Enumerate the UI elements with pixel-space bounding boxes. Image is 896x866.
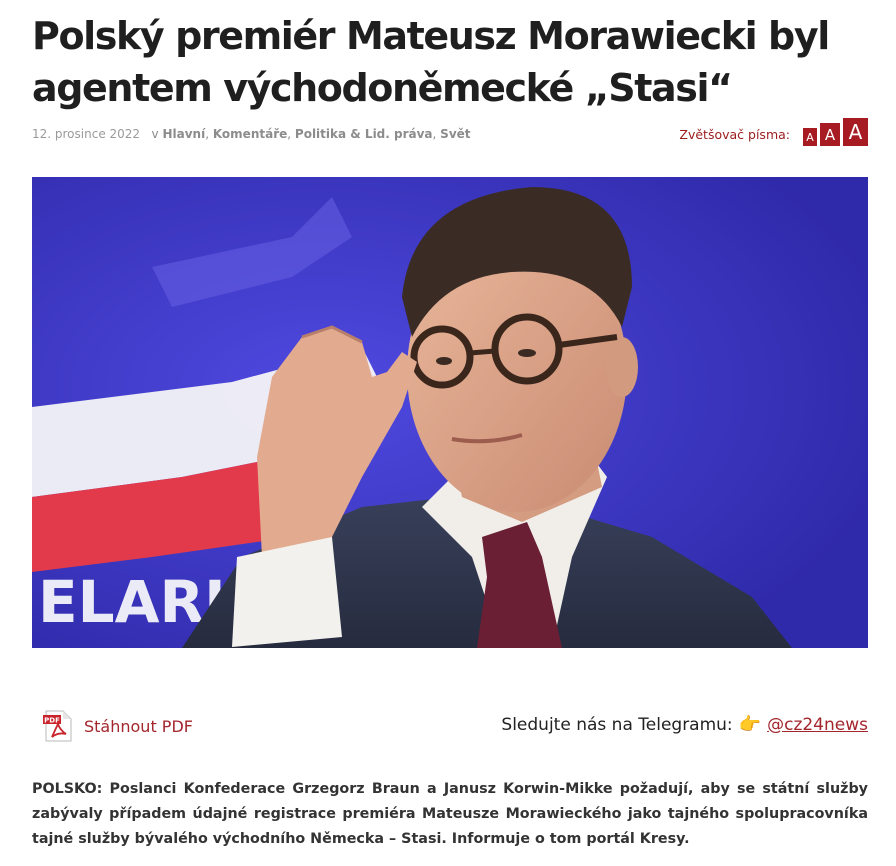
- telegram-handle-link[interactable]: @cz24news: [767, 715, 868, 735]
- article-lead: POLSKO: Poslanci Konfederace Grzegorz Br…: [32, 781, 868, 847]
- category-link-komentare[interactable]: Komentáře: [213, 127, 287, 141]
- font-sizer: Zvětšovač písma: A A A: [679, 118, 868, 146]
- category-link-svet[interactable]: Svět: [440, 127, 470, 141]
- article-title: Polský premiér Mateusz Morawiecki byl ag…: [32, 14, 830, 110]
- font-size-large-button[interactable]: A: [843, 118, 868, 146]
- hero-photo: ELARI: [32, 177, 868, 648]
- category-link-hlavni[interactable]: Hlavní: [162, 127, 205, 141]
- pointing-hand-icon: 👉: [738, 714, 762, 735]
- telegram-label: Sledujte nás na Telegramu:: [501, 714, 733, 735]
- hero-image: ELARI: [32, 177, 868, 648]
- category-link-politika[interactable]: Politika & Lid. práva: [295, 127, 433, 141]
- telegram-follow: Sledujte nás na Telegramu: 👉 @cz24news: [501, 714, 868, 735]
- font-sizer-label: Zvětšovač písma:: [679, 127, 790, 142]
- font-size-small-button[interactable]: A: [803, 128, 817, 146]
- font-size-medium-button[interactable]: A: [820, 123, 840, 146]
- article-meta: 12. prosince 2022 v Hlavní, Komentáře, P…: [32, 127, 471, 141]
- download-pdf-label[interactable]: Stáhnout PDF: [84, 717, 193, 736]
- categories: v Hlavní, Komentáře, Politika & Lid. prá…: [151, 127, 471, 141]
- in-prefix: v: [151, 127, 159, 141]
- download-pdf-link[interactable]: PDF Stáhnout PDF: [42, 710, 193, 742]
- pdf-icon: PDF: [43, 710, 72, 742]
- post-date: 12. prosince 2022: [32, 127, 141, 141]
